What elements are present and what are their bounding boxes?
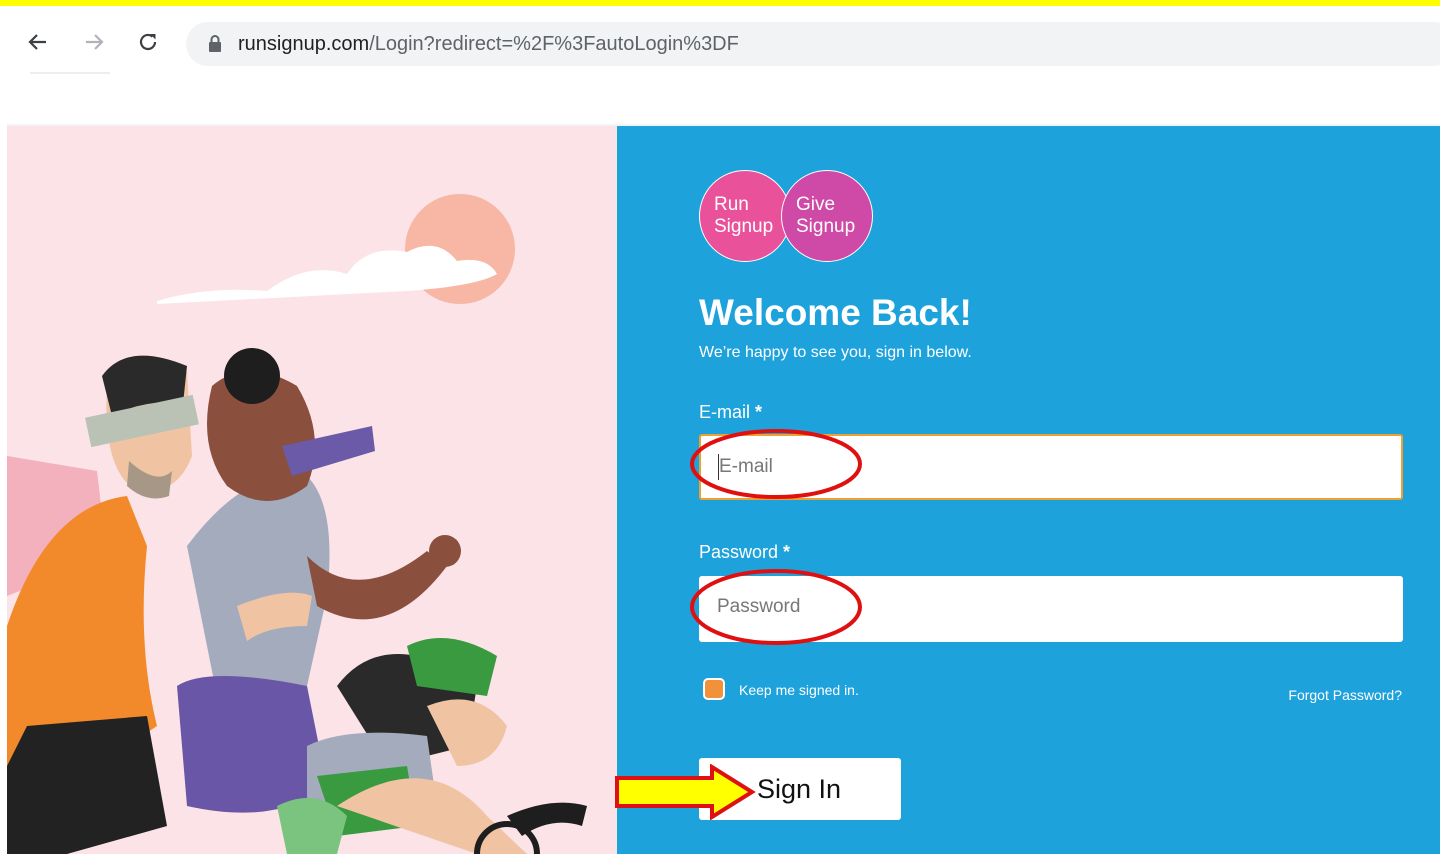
url-domain: runsignup.com: [238, 33, 370, 55]
password-label-text: Password: [699, 542, 779, 562]
toolbar-divider: [30, 72, 110, 74]
url-path: /Login?redirect=%2F%3FautoLogin%3DF: [369, 33, 739, 55]
logo-run-word2: Signup: [714, 216, 774, 237]
page-title: Welcome Back!: [699, 292, 972, 333]
email-placeholder: E-mail: [719, 456, 773, 477]
logo-give-word2: Signup: [796, 216, 856, 237]
browser-toolbar: runsignup.com/Login?redirect=%2F%3FautoL…: [0, 6, 1440, 76]
reload-icon[interactable]: [134, 28, 162, 56]
login-panel: Run Signup Give Signup Welcome Back! We’…: [617, 126, 1440, 854]
forgot-password-link[interactable]: Forgot Password?: [1288, 687, 1402, 703]
password-placeholder: Password: [717, 596, 801, 617]
forward-arrow-icon[interactable]: [80, 28, 108, 56]
email-label: E-mail *: [699, 402, 762, 423]
email-field[interactable]: E-mail: [699, 434, 1403, 500]
keep-signed-in-checkbox[interactable]: [703, 678, 725, 700]
keep-signed-in-label[interactable]: Keep me signed in.: [739, 682, 859, 698]
password-label: Password *: [699, 542, 790, 563]
back-arrow-icon[interactable]: [24, 28, 52, 56]
sign-in-label: Sign In: [757, 774, 842, 804]
password-field[interactable]: Password: [699, 576, 1403, 642]
required-mark: *: [783, 542, 791, 562]
runsignup-logo[interactable]: Run Signup: [699, 170, 791, 262]
address-bar[interactable]: runsignup.com/Login?redirect=%2F%3FautoL…: [186, 22, 1440, 66]
lock-icon: [208, 35, 222, 57]
givesignup-logo[interactable]: Give Signup: [781, 170, 873, 262]
logo-give-word1: Give: [796, 194, 836, 215]
logo-run-word1: Run: [714, 194, 749, 215]
sign-in-button[interactable]: Sign In: [699, 758, 901, 820]
hero-illustration: [7, 126, 617, 854]
url-text[interactable]: runsignup.com/Login?redirect=%2F%3FautoL…: [238, 33, 739, 56]
required-mark: *: [755, 402, 763, 422]
email-label-text: E-mail: [699, 402, 751, 422]
page-subtitle: We’re happy to see you, sign in below.: [699, 344, 972, 361]
